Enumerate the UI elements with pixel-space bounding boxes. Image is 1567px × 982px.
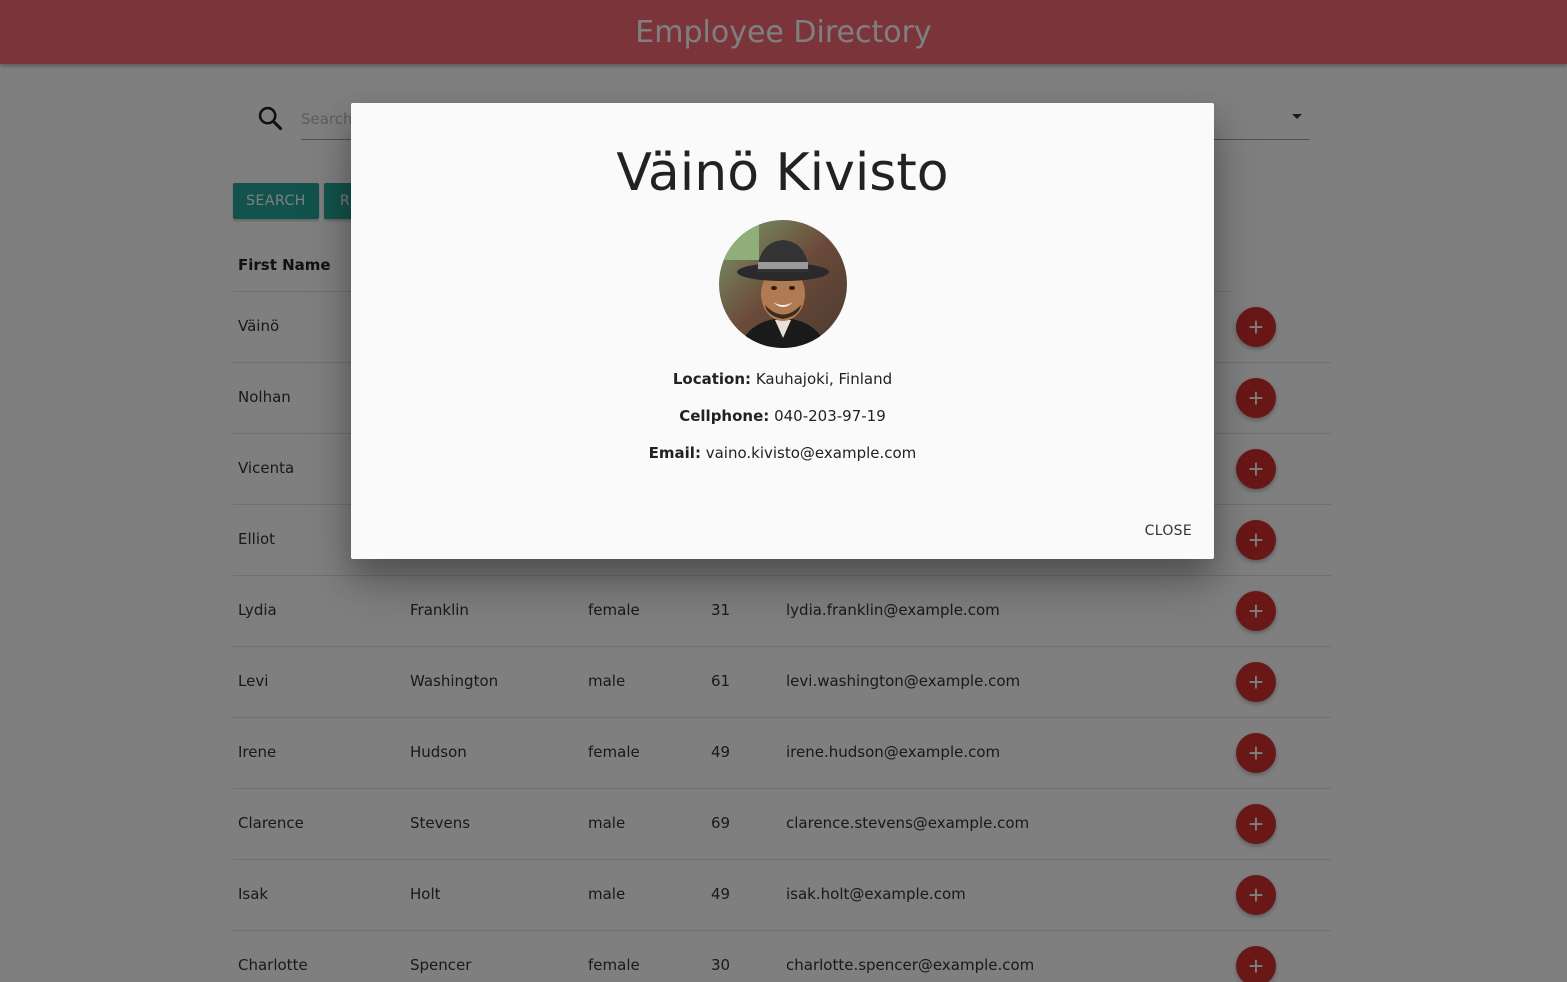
email-line: Email: vaino.kivisto@example.com bbox=[351, 444, 1214, 462]
cellphone-line: Cellphone: 040-203-97-19 bbox=[351, 407, 1214, 425]
employee-detail-modal: Väinö Kivisto Location: Kauhajoki, Finla… bbox=[351, 103, 1214, 559]
location-value: Kauhajoki, Finland bbox=[755, 370, 893, 388]
email-value: vaino.kivisto@example.com bbox=[705, 444, 917, 462]
cellphone-value: 040-203-97-19 bbox=[774, 407, 886, 425]
cellphone-label: Cellphone: bbox=[679, 407, 770, 425]
location-label: Location: bbox=[672, 370, 752, 388]
location-line: Location: Kauhajoki, Finland bbox=[351, 370, 1214, 388]
employee-name: Väinö Kivisto bbox=[616, 143, 949, 203]
avatar bbox=[719, 220, 847, 348]
email-label: Email: bbox=[648, 444, 701, 462]
close-button[interactable]: CLOSE bbox=[1145, 523, 1192, 539]
